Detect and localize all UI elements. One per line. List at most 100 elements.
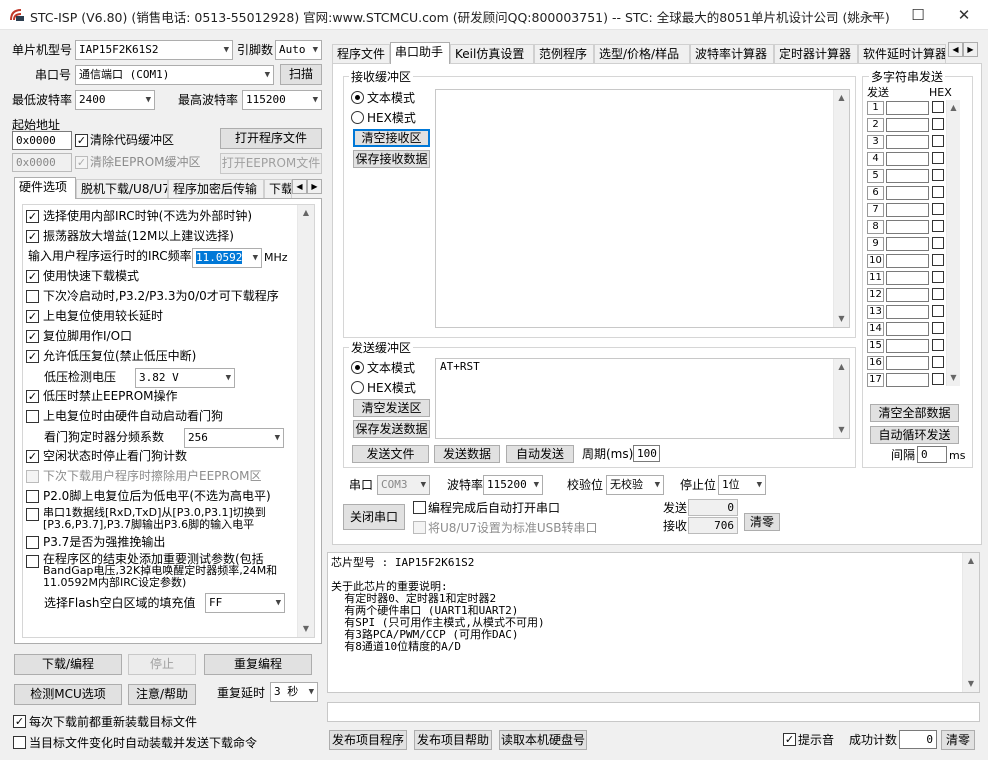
baud-rate-select[interactable]: 115200 ▼	[483, 475, 543, 495]
recv-text-mode-radio[interactable]	[351, 91, 364, 104]
reload-checkbox[interactable]: ✓	[13, 715, 26, 728]
uart1-switch-checkbox[interactable]	[26, 508, 39, 521]
open-program-file-button[interactable]: 打开程序文件	[220, 128, 322, 149]
chevron-right-icon[interactable]: ▶	[963, 42, 978, 57]
recv-hex-mode-radio[interactable]	[351, 111, 364, 124]
multi-send-index[interactable]: 13	[867, 305, 884, 319]
scroll-down-icon[interactable]: ▼	[834, 422, 849, 438]
multi-send-input[interactable]	[886, 237, 929, 251]
irc-select[interactable]: 11.0592 ▼	[192, 248, 262, 268]
option-checkbox[interactable]: ✓	[26, 390, 39, 403]
tab-selection-price[interactable]: 选型/价格/样品	[594, 44, 690, 64]
receive-scrollbar[interactable]: ▲ ▼	[833, 90, 849, 327]
multi-send-input[interactable]	[886, 186, 929, 200]
multi-send-index[interactable]: 14	[867, 322, 884, 336]
multi-send-index[interactable]: 15	[867, 339, 884, 353]
option-checkbox[interactable]	[26, 490, 39, 503]
send-data-button[interactable]: 发送数据	[434, 445, 500, 463]
multi-hex-checkbox[interactable]	[932, 169, 944, 181]
multi-send-index[interactable]: 6	[867, 186, 884, 200]
multi-hex-checkbox[interactable]	[932, 254, 944, 266]
multi-send-index[interactable]: 2	[867, 118, 884, 132]
multi-send-input[interactable]	[886, 118, 929, 132]
scroll-up-icon[interactable]: ▲	[834, 90, 849, 106]
scroll-up-icon[interactable]: ▲	[298, 205, 314, 221]
tab-encrypted-transfer[interactable]: 程序加密后传输	[168, 179, 264, 199]
multi-send-index[interactable]: 8	[867, 220, 884, 234]
send-scrollbar[interactable]: ▲ ▼	[833, 359, 849, 438]
auto-send-button[interactable]: 自动发送	[506, 445, 574, 463]
flash-fill-select[interactable]: FF ▼	[205, 593, 285, 613]
option-checkbox[interactable]	[26, 470, 39, 483]
publish-help-button[interactable]: 发布项目帮助	[414, 730, 492, 750]
multi-send-index[interactable]: 5	[867, 169, 884, 183]
multi-send-index[interactable]: 3	[867, 135, 884, 149]
beep-checkbox[interactable]: ✓	[783, 733, 796, 746]
save-send-button[interactable]: 保存发送数据	[353, 420, 430, 438]
scan-button[interactable]: 扫描	[280, 64, 322, 85]
auto-load-checkbox[interactable]	[13, 736, 26, 749]
multi-send-index[interactable]: 17	[867, 373, 884, 387]
multi-send-input[interactable]	[886, 322, 929, 336]
multi-send-scrollbar[interactable]: ▲ ▼	[946, 100, 960, 386]
multi-hex-checkbox[interactable]	[932, 101, 944, 113]
clear-receive-button[interactable]: 清空接收区	[353, 129, 430, 147]
loop-send-button[interactable]: 自动循环发送	[870, 426, 959, 444]
clear-code-checkbox[interactable]: ✓	[75, 134, 88, 147]
multi-send-input[interactable]	[886, 339, 929, 353]
option-checkbox[interactable]: ✓	[26, 350, 39, 363]
scroll-down-icon[interactable]: ▼	[298, 621, 314, 637]
stop-button[interactable]: 停止	[128, 654, 196, 675]
scroll-down-icon[interactable]: ▼	[947, 370, 960, 386]
scroll-up-icon[interactable]: ▲	[947, 100, 960, 116]
minimize-button[interactable]: —	[850, 0, 896, 30]
pins-select[interactable]: Auto ▼	[275, 40, 322, 60]
send-textarea[interactable]	[435, 358, 850, 439]
option-checkbox[interactable]: ✓	[26, 330, 39, 343]
multi-send-index[interactable]: 16	[867, 356, 884, 370]
multi-hex-checkbox[interactable]	[932, 152, 944, 164]
clear-send-button[interactable]: 清空发送区	[353, 399, 430, 417]
mcu-select[interactable]: IAP15F2K61S2 ▼	[75, 40, 233, 60]
multi-send-input[interactable]	[886, 152, 929, 166]
multi-send-index[interactable]: 10	[867, 254, 884, 268]
tab-keil-simulation[interactable]: Keil仿真设置	[450, 44, 534, 64]
maximize-button[interactable]: ☐	[895, 0, 941, 30]
multi-hex-checkbox[interactable]	[932, 288, 944, 300]
send-text-mode-radio[interactable]	[351, 361, 364, 374]
clear-all-data-button[interactable]: 清空全部数据	[870, 404, 959, 422]
multi-send-index[interactable]: 9	[867, 237, 884, 251]
multi-send-input[interactable]	[886, 288, 929, 302]
parity-select[interactable]: 无校验 ▼	[606, 475, 664, 495]
tab-delay-calculator[interactable]: 软件延时计算器	[858, 44, 946, 64]
multi-send-input[interactable]	[886, 305, 929, 319]
tab-download[interactable]: 下载	[264, 179, 292, 199]
multi-hex-checkbox[interactable]	[932, 135, 944, 147]
multi-send-input[interactable]	[886, 356, 929, 370]
tab-example-programs[interactable]: 范例程序	[534, 44, 594, 64]
multi-send-input[interactable]	[886, 373, 929, 387]
option-checkbox[interactable]	[26, 290, 39, 303]
tab-baud-calculator[interactable]: 波特率计算器	[690, 44, 774, 64]
port-select[interactable]: 通信端口 (COM1) ▼	[75, 65, 274, 85]
multi-hex-checkbox[interactable]	[932, 220, 944, 232]
multi-hex-checkbox[interactable]	[932, 339, 944, 351]
scroll-up-icon[interactable]: ▲	[963, 553, 979, 569]
save-receive-button[interactable]: 保存接收数据	[353, 150, 430, 168]
tab-serial-assistant[interactable]: 串口助手	[390, 42, 450, 64]
chevron-left-icon[interactable]: ◀	[292, 179, 307, 194]
multi-hex-checkbox[interactable]	[932, 237, 944, 249]
min-baud-select[interactable]: 2400 ▼	[75, 90, 155, 110]
open-eeprom-file-button[interactable]: 打开EEPROM文件	[220, 153, 322, 174]
option-checkbox[interactable]: ✓	[26, 270, 39, 283]
info-scrollbar[interactable]: ▲ ▼	[962, 553, 979, 692]
eeprom-addr-input[interactable]: 0x0000	[12, 153, 72, 172]
close-port-button[interactable]: 关闭串口	[343, 504, 405, 530]
multi-send-input[interactable]	[886, 169, 929, 183]
scroll-down-icon[interactable]: ▼	[834, 311, 849, 327]
multi-hex-checkbox[interactable]	[932, 373, 944, 385]
chevron-right-icon[interactable]: ▶	[307, 179, 322, 194]
multi-hex-checkbox[interactable]	[932, 271, 944, 283]
option-checkbox[interactable]: ✓	[26, 210, 39, 223]
auto-open-checkbox[interactable]	[413, 501, 426, 514]
